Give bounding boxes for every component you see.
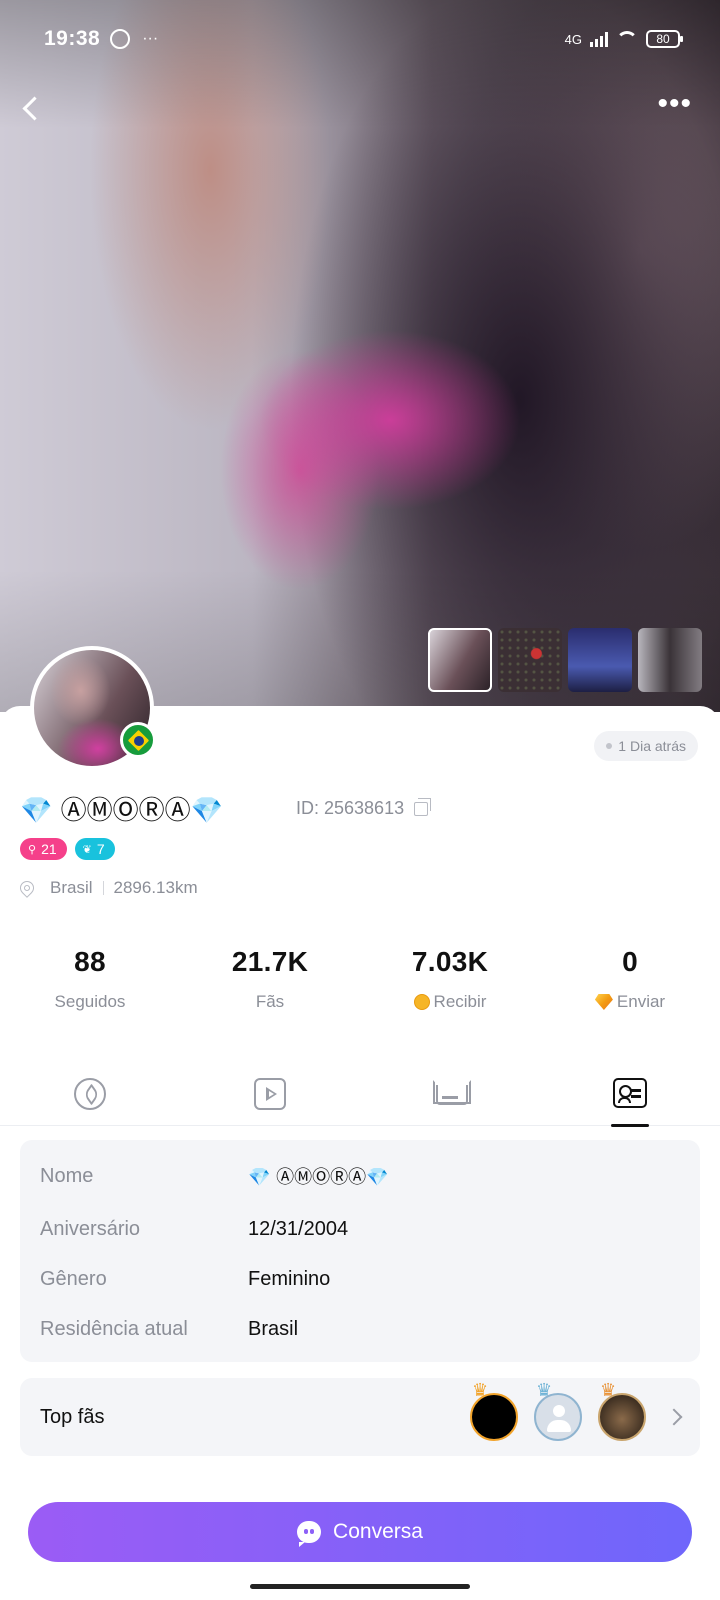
silver-crown-icon: ♛ (536, 1380, 553, 1400)
more-options-button[interactable]: ••• (657, 89, 692, 122)
coin-icon (413, 994, 430, 1010)
last-seen-badge: 1 Dia atrás (594, 731, 698, 761)
divider (102, 881, 104, 895)
status-time: 19:38 (44, 27, 101, 50)
last-seen-text: 1 Dia atrás (618, 738, 686, 754)
stat-label: Seguidos (54, 992, 126, 1011)
tab-profile-info[interactable] (540, 1070, 720, 1127)
fan-avatar[interactable]: ♛ (470, 1381, 518, 1441)
info-key: Residência atual (40, 1317, 188, 1340)
stat-value: 88 (74, 946, 106, 977)
info-key: Aniversário (40, 1217, 141, 1240)
stat-sent[interactable]: 0 Enviar (540, 946, 720, 1012)
top-fans-row[interactable]: Top fãs ♛ ♛ ♛ (20, 1378, 700, 1456)
battery-icon: 80 (646, 30, 683, 48)
stat-label: Enviar (616, 992, 666, 1011)
info-value: Feminino (248, 1267, 331, 1290)
profile-info-panel: Nome 💎 ⒶⓂⓄⓇⒶ💎 Aniversário 12/31/2004 Gên… (20, 1140, 700, 1362)
profile-tabs (0, 1070, 720, 1127)
compass-icon (74, 1078, 106, 1110)
info-key: Nome (40, 1164, 94, 1187)
location-row: Brasil 2896.13km (17, 878, 198, 898)
stats-row: 88 Seguidos 21.7K Fãs 7.03K Recibir 0 En… (0, 946, 720, 1012)
fan-avatar[interactable]: ♛ (534, 1381, 582, 1441)
profile-name: 💎 ⒶⓂⓄⓇⒶ💎 (20, 796, 224, 826)
info-value: 12/31/2004 (248, 1217, 349, 1240)
info-row-residence: Residência atual Brasil (40, 1304, 680, 1354)
stat-label: Fãs (255, 992, 285, 1011)
bronze-crown-icon: ♛ (600, 1380, 617, 1400)
fan-avatar[interactable]: ♛ (598, 1381, 646, 1441)
stat-value: 0 (622, 946, 638, 977)
chat-button[interactable]: Conversa (28, 1502, 692, 1562)
home-indicator[interactable] (250, 1584, 470, 1589)
profile-card-icon (613, 1078, 647, 1108)
tab-videos[interactable] (180, 1070, 360, 1126)
avatar-container (30, 646, 156, 770)
photo-thumbnail[interactable] (568, 628, 632, 692)
status-dot-icon (606, 743, 613, 749)
photo-thumbnail[interactable] (638, 628, 702, 692)
chevron-right-icon (665, 1408, 683, 1426)
info-value: Brasil (248, 1317, 299, 1340)
photo-thumbnail[interactable] (428, 628, 492, 692)
tab-moments[interactable] (0, 1070, 180, 1126)
location-distance: 2896.13km (113, 878, 198, 897)
chat-bubble-icon (297, 1521, 322, 1547)
diamond-icon (594, 994, 613, 1010)
info-row-gender: Gênero Feminino (40, 1254, 680, 1304)
charm-level-badge[interactable]: ❦ 7 (74, 838, 115, 860)
stat-label: Recibir (433, 992, 487, 1011)
copy-icon[interactable] (414, 797, 432, 816)
signal-icon (590, 31, 608, 47)
info-value: 💎 ⒶⓂⓄⓇⒶ💎 (248, 1167, 389, 1188)
stat-value: 7.03K (411, 946, 489, 977)
stat-received[interactable]: 7.03K Recibir (360, 946, 540, 1012)
wealth-level-value: 21 (41, 841, 57, 857)
chat-button-label: Conversa (333, 1520, 423, 1543)
back-button[interactable] (18, 90, 46, 130)
user-id: ID: 25638613 (296, 797, 432, 819)
tab-privileges[interactable] (360, 1070, 540, 1126)
cover-photo[interactable] (0, 0, 720, 712)
level-badges: ⚲ 21 ❦ 7 (20, 838, 115, 860)
stat-fans[interactable]: 21.7K Fãs (180, 946, 360, 1012)
stat-value: 21.7K (231, 946, 309, 977)
sprout-icon: ❦ (82, 843, 92, 856)
charm-level-value: 7 (96, 841, 105, 857)
location-country: Brasil (50, 878, 93, 897)
gender-icon: ⚲ (28, 843, 37, 856)
more-notifications-icon: ··· (142, 30, 159, 47)
wealth-level-badge[interactable]: ⚲ 21 (20, 838, 67, 860)
brazil-flag-icon (120, 722, 156, 758)
gold-crown-icon: ♛ (472, 1380, 489, 1400)
info-key: Gênero (40, 1267, 107, 1290)
user-id-text: ID: 25638613 (296, 798, 405, 818)
status-bar: 19:38 ··· 4G 80 (44, 24, 683, 54)
crown-icon (433, 1080, 468, 1108)
stat-following[interactable]: 88 Seguidos (0, 946, 180, 1012)
info-row-name: Nome 💎 ⒶⓂⓄⓇⒶ💎 (40, 1160, 680, 1192)
whatsapp-icon (110, 29, 131, 49)
info-row-birthday: Aniversário 12/31/2004 (40, 1204, 680, 1254)
wifi-icon (616, 31, 638, 47)
photo-thumbnails (428, 628, 702, 692)
video-icon (254, 1078, 286, 1110)
location-pin-icon (17, 878, 37, 898)
photo-thumbnail[interactable] (498, 628, 562, 692)
network-type: 4G (564, 31, 582, 47)
top-fans-label: Top fãs (40, 1405, 105, 1428)
top-fans-avatars: ♛ ♛ ♛ (470, 1381, 646, 1441)
